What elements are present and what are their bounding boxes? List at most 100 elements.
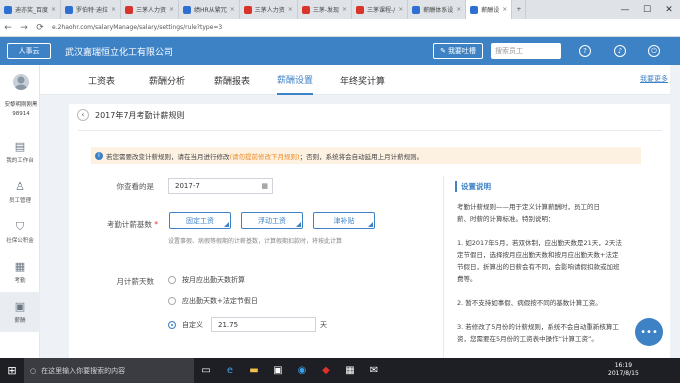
tab-label: 绩HR从繁冗 — [194, 7, 227, 14]
subnav-tab[interactable]: 工资表 — [88, 65, 115, 95]
custom-days-input[interactable]: 21.75 — [211, 317, 316, 332]
employee-search-input[interactable]: 搜索员工 — [491, 43, 561, 59]
browser-tab[interactable]: 薪酬体系设 × — [408, 0, 467, 19]
tab-label: 迪亦奖_百度 — [15, 7, 49, 14]
chat-bubble-icon: ✎ — [440, 47, 446, 55]
close-tab-icon[interactable]: × — [398, 6, 403, 13]
base-option-floating[interactable]: 浮动工资 — [241, 212, 303, 229]
base-option-allowance[interactable]: 津补贴 — [313, 212, 375, 229]
close-tab-icon[interactable]: × — [51, 6, 56, 13]
explorer-icon[interactable]: ▬ — [242, 358, 266, 383]
subnav-tab[interactable]: 薪酬设置 — [277, 65, 314, 95]
task-view-icon[interactable]: ▭ — [194, 358, 218, 383]
close-window-button[interactable]: ✕ — [658, 0, 680, 19]
browser-tab[interactable]: 三茅课程-/× — [352, 0, 409, 19]
subnav-tab[interactable]: 年终奖计算 — [340, 65, 385, 95]
month-label: 你查看的是 — [116, 182, 155, 191]
notice-highlight: (请勿提前修改下月规则) — [229, 152, 300, 161]
tab-favicon-icon — [470, 5, 479, 14]
chip-label: 固定工资 — [186, 216, 214, 225]
person-icon: ♙ — [15, 180, 25, 193]
sidebar-item[interactable]: ▤ 我的工作台 — [0, 132, 40, 172]
more-link[interactable]: 我要更多 — [640, 74, 668, 84]
bell-icon[interactable]: ♪ — [614, 45, 626, 57]
browser-tab[interactable]: 罗伯特·迪拉 × — [61, 0, 121, 19]
notice-banner: i 若您需要改变计薪规则，请在当月进行修改 (请勿提前修改下月规则) ；否则，系… — [91, 147, 641, 164]
radio-label: 应出勤天数+法定节假日 — [182, 297, 258, 305]
radio-button-selected[interactable] — [168, 321, 176, 329]
tab-favicon-icon — [65, 5, 74, 14]
calendar-icon: ▦ — [14, 260, 26, 273]
power-icon[interactable]: ⏻ — [648, 45, 660, 57]
browser-tab[interactable]: 迪亦奖_百度 × — [0, 0, 62, 19]
windows-start-icon[interactable]: ⊞ — [0, 358, 24, 383]
browser-tab[interactable]: 三茅人力资 × — [240, 0, 298, 19]
base-option-fixed[interactable]: 固定工资 — [169, 212, 231, 229]
close-tab-icon[interactable]: × — [111, 6, 116, 13]
maximize-button[interactable]: ☐ — [636, 0, 658, 19]
title-divider — [78, 130, 662, 131]
close-tab-icon[interactable]: × — [169, 6, 174, 13]
days-label: 月计薪天数 — [116, 277, 155, 286]
help-line: 薪、时薪的计算标准。特别说明： — [457, 215, 555, 223]
radio-button[interactable] — [168, 276, 176, 284]
store-icon[interactable]: ▣ — [266, 358, 290, 383]
feedback-button[interactable]: ✎ 我要吐槽 — [433, 43, 483, 59]
tab-label: 罗伯特·迪拉 — [76, 7, 108, 14]
forward-icon[interactable]: → — [16, 19, 32, 37]
wallet-icon: ▣ — [14, 300, 26, 313]
subnav-tab[interactable]: 薪酬报表 — [214, 65, 250, 95]
back-icon[interactable]: ← — [0, 19, 16, 37]
subnav-tab[interactable]: 薪酬分析 — [149, 65, 185, 95]
browser-tab[interactable]: 三茅-发现 × — [298, 0, 353, 19]
tab-label: 三茅-发现 — [312, 7, 339, 14]
minimize-button[interactable]: — — [614, 0, 636, 19]
avatar[interactable] — [13, 74, 29, 90]
month-picker[interactable]: 2017-7 ▦ — [168, 178, 273, 194]
search-placeholder: 搜索员工 — [495, 47, 523, 55]
new-tab-button[interactable]: + — [512, 0, 527, 19]
tab-favicon-icon — [183, 5, 192, 14]
browser-icon[interactable]: ◉ — [290, 358, 314, 383]
browser-tab[interactable]: 绩HR从繁冗 × — [179, 0, 240, 19]
sidebar-item[interactable]: ♙ 员工管理 — [0, 172, 40, 212]
browser-tab[interactable]: 薪酬设 × — [466, 0, 513, 19]
close-tab-icon[interactable]: × — [288, 6, 293, 13]
help-icon[interactable]: ? — [579, 45, 591, 57]
app-logo[interactable]: 人事云 — [7, 43, 51, 59]
user-name: 安黎明刚刚黑 — [4, 102, 38, 108]
close-tab-icon[interactable]: × — [502, 6, 507, 13]
day-option-2[interactable]: 应出勤天数+法定节假日 — [168, 296, 258, 306]
day-option-1[interactable]: 按月应出勤天数折算 — [168, 275, 245, 285]
chip-label: 津补贴 — [333, 216, 355, 225]
app-icon[interactable]: ▦ — [338, 358, 362, 383]
tab-favicon-icon — [301, 5, 310, 14]
radio-button[interactable] — [168, 297, 176, 305]
url-text[interactable]: e.2haohr.com/salaryManage/salary/setting… — [52, 24, 222, 31]
days-unit: 天 — [320, 321, 327, 329]
sidebar-item[interactable]: ▦ 考勤 — [0, 252, 40, 292]
taskbar-search-text: 在这里输入你要搜索的内容 — [41, 366, 126, 375]
close-tab-icon[interactable]: × — [342, 6, 347, 13]
sidebar-item[interactable]: ⛉ 社保公积金 — [0, 212, 40, 252]
chat-button[interactable]: ••• — [635, 318, 663, 346]
tab-favicon-icon — [243, 5, 252, 14]
day-option-3[interactable]: 自定义 — [168, 320, 203, 330]
base-label: 考勤计薪基数 * — [106, 220, 158, 229]
back-button[interactable]: ‹ — [77, 109, 89, 121]
close-tab-icon[interactable]: × — [230, 6, 235, 13]
company-name: 武汉嘉瑞恒立化工有限公司 — [65, 47, 174, 58]
office-icon[interactable]: ◆ — [314, 358, 338, 383]
browser-tab[interactable]: 三茅人力资 × — [121, 0, 180, 19]
taskbar-clock[interactable]: 16:19 2017/8/15 — [608, 362, 639, 378]
sidebar-item[interactable]: ▣ 薪酬 — [0, 292, 40, 332]
mail-icon[interactable]: ✉ — [362, 358, 386, 383]
taskbar-search[interactable]: ○ 在这里输入你要搜索的内容 — [24, 358, 194, 383]
help-line: 1. 如2017年5月，若双休制，应出勤天数是21天，2天法 — [457, 239, 622, 247]
reload-icon[interactable]: ⟳ — [32, 19, 48, 37]
feedback-label: 我要吐槽 — [447, 47, 476, 55]
notice-suffix: ；否则，系统将会自动延用上月计薪规则。 — [299, 152, 424, 161]
sidebar-user: 安黎明刚刚黑 98914 — [2, 101, 40, 119]
edge-icon[interactable]: e — [218, 358, 242, 383]
close-tab-icon[interactable]: × — [456, 6, 461, 13]
